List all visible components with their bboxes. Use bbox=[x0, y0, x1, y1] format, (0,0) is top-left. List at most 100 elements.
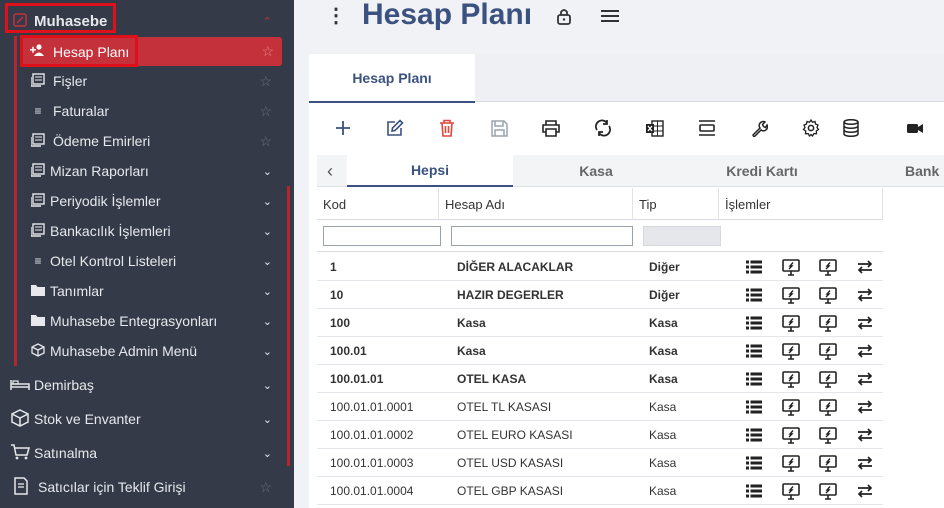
table-row[interactable]: 100.01.01.0003 OTEL USD KASASI Kasa bbox=[317, 449, 883, 477]
monitor-icon[interactable] bbox=[782, 398, 800, 416]
monitor-icon[interactable] bbox=[819, 426, 837, 444]
tab-bank[interactable]: Bank bbox=[845, 155, 944, 187]
hamburger-menu-icon[interactable] bbox=[601, 9, 619, 26]
edit-button[interactable] bbox=[383, 116, 407, 140]
transfer-arrows-icon[interactable] bbox=[856, 426, 874, 444]
table-row[interactable]: 100.01 Kasa Kasa bbox=[317, 337, 883, 365]
monitor-icon[interactable] bbox=[782, 342, 800, 360]
module-stok-ve-envanter[interactable]: Stok ve Envanter ⌄ bbox=[0, 406, 294, 432]
module-saticilar-teklif[interactable]: Satıcılar için Teklif Girişi ☆ bbox=[0, 474, 294, 500]
monitor-icon[interactable] bbox=[782, 454, 800, 472]
transfer-arrows-icon[interactable] bbox=[856, 286, 874, 304]
chevron-down-icon[interactable]: ⌄ bbox=[263, 195, 272, 208]
star-icon[interactable]: ☆ bbox=[259, 133, 272, 150]
monitor-icon[interactable] bbox=[819, 342, 837, 360]
detail-list-icon[interactable] bbox=[745, 454, 763, 472]
monitor-icon[interactable] bbox=[782, 482, 800, 500]
sidebar-item-bankacilik-islemleri[interactable]: Bankacılık İşlemleri ⌄ bbox=[0, 218, 294, 244]
monitor-icon[interactable] bbox=[782, 370, 800, 388]
add-button[interactable] bbox=[331, 116, 355, 140]
monitor-icon[interactable] bbox=[819, 482, 837, 500]
star-icon[interactable]: ☆ bbox=[259, 73, 272, 90]
excel-export-button[interactable] bbox=[643, 116, 667, 140]
sidebar-item-odeme-emirleri[interactable]: Ödeme Emirleri ☆ bbox=[0, 128, 294, 154]
chevron-down-icon[interactable]: ⌄ bbox=[263, 165, 272, 178]
settings-gear-button[interactable] bbox=[799, 116, 823, 140]
detail-list-icon[interactable] bbox=[745, 398, 763, 416]
transfer-arrows-icon[interactable] bbox=[856, 398, 874, 416]
monitor-icon[interactable] bbox=[819, 454, 837, 472]
sidebar-item-tanimlar[interactable]: Tanımlar ⌄ bbox=[0, 278, 294, 304]
table-row[interactable]: 1 DİĞER ALACAKLAR Diğer bbox=[317, 253, 883, 281]
monitor-icon[interactable] bbox=[782, 286, 800, 304]
more-vertical-icon[interactable]: ⋮ bbox=[326, 6, 346, 26]
refresh-button[interactable] bbox=[591, 116, 615, 140]
chevron-down-icon[interactable]: ⌄ bbox=[263, 447, 272, 460]
detail-list-icon[interactable] bbox=[745, 482, 763, 500]
table-row[interactable]: 100.01.01 OTEL KASA Kasa bbox=[317, 365, 883, 393]
tab-hepsi[interactable]: Hepsi bbox=[347, 155, 513, 187]
sidebar-item-periyodik-islemler[interactable]: Periyodik İşlemler ⌄ bbox=[0, 188, 294, 214]
monitor-icon[interactable] bbox=[819, 314, 837, 332]
table-row[interactable]: 10 HAZIR DEGERLER Diğer bbox=[317, 281, 883, 309]
detail-list-icon[interactable] bbox=[745, 426, 763, 444]
module-satinalma[interactable]: Satınalma ⌄ bbox=[0, 440, 294, 466]
filter-kod-input[interactable] bbox=[323, 226, 441, 246]
filter-tip-select[interactable] bbox=[643, 226, 721, 246]
filter-hesap-adi-input[interactable] bbox=[451, 226, 633, 246]
monitor-icon[interactable] bbox=[819, 286, 837, 304]
table-row[interactable]: 100 Kasa Kasa bbox=[317, 309, 883, 337]
tab-kasa[interactable]: Kasa bbox=[513, 155, 679, 187]
table-row[interactable]: 100.01.01.0001 OTEL TL KASASI Kasa bbox=[317, 393, 883, 421]
chevron-left-icon[interactable]: ‹ bbox=[327, 161, 333, 181]
transfer-arrows-icon[interactable] bbox=[856, 258, 874, 276]
save-button[interactable] bbox=[487, 116, 511, 140]
columns-button[interactable] bbox=[695, 116, 719, 140]
database-button[interactable] bbox=[839, 116, 863, 140]
sidebar-item-mizan-raporlari[interactable]: Mizan Raporları ⌄ bbox=[0, 158, 294, 184]
chevron-down-icon[interactable]: ⌄ bbox=[263, 225, 272, 238]
table-row[interactable]: 100.01.01.0004 OTEL GBP KASASI Kasa bbox=[317, 477, 883, 505]
sidebar-item-otel-kontrol-listeleri[interactable]: ≡ Otel Kontrol Listeleri ⌄ bbox=[0, 248, 294, 274]
column-header-kod[interactable]: Kod bbox=[317, 188, 439, 220]
detail-list-icon[interactable] bbox=[745, 314, 763, 332]
monitor-icon[interactable] bbox=[782, 426, 800, 444]
chevron-down-icon[interactable]: ⌄ bbox=[263, 345, 272, 358]
transfer-arrows-icon[interactable] bbox=[856, 454, 874, 472]
transfer-arrows-icon[interactable] bbox=[856, 342, 874, 360]
chevron-up-icon[interactable]: ⌃ bbox=[263, 15, 272, 28]
detail-list-icon[interactable] bbox=[745, 342, 763, 360]
transfer-arrows-icon[interactable] bbox=[856, 314, 874, 332]
chevron-down-icon[interactable]: ⌄ bbox=[263, 255, 272, 268]
star-icon[interactable]: ☆ bbox=[259, 479, 272, 496]
monitor-icon[interactable] bbox=[782, 258, 800, 276]
delete-button[interactable] bbox=[435, 116, 459, 140]
tab-hesap-plani[interactable]: Hesap Planı bbox=[309, 54, 475, 103]
monitor-icon[interactable] bbox=[819, 398, 837, 416]
detail-list-icon[interactable] bbox=[745, 286, 763, 304]
table-row[interactable]: 100.01.01.0002 OTEL EURO KASASI Kasa bbox=[317, 421, 883, 449]
column-header-hesap-adi[interactable]: Hesap Adı bbox=[439, 188, 633, 220]
transfer-arrows-icon[interactable] bbox=[856, 482, 874, 500]
tab-kredi-karti[interactable]: Kredi Kartı bbox=[679, 155, 845, 187]
column-header-tip[interactable]: Tip bbox=[633, 188, 719, 220]
sidebar-item-fisler[interactable]: Fişler ☆ bbox=[0, 68, 294, 94]
lock-icon[interactable] bbox=[556, 7, 572, 28]
chevron-down-icon[interactable]: ⌄ bbox=[263, 315, 272, 328]
monitor-icon[interactable] bbox=[819, 370, 837, 388]
sidebar-item-muhasebe-admin-menu[interactable]: Muhasebe Admin Menü ⌄ bbox=[0, 338, 294, 364]
wrench-button[interactable] bbox=[747, 116, 771, 140]
print-button[interactable] bbox=[539, 116, 563, 140]
monitor-icon[interactable] bbox=[819, 258, 837, 276]
detail-list-icon[interactable] bbox=[745, 258, 763, 276]
sidebar-item-faturalar[interactable]: ≡ Faturalar ☆ bbox=[0, 98, 294, 124]
chevron-down-icon[interactable]: ⌄ bbox=[263, 379, 272, 392]
chevron-down-icon[interactable]: ⌄ bbox=[263, 285, 272, 298]
monitor-icon[interactable] bbox=[782, 314, 800, 332]
sidebar-item-muhasebe-entegrasyonlari[interactable]: Muhasebe Entegrasyonları ⌄ bbox=[0, 308, 294, 334]
detail-list-icon[interactable] bbox=[745, 370, 763, 388]
chevron-down-icon[interactable]: ⌄ bbox=[263, 413, 272, 426]
module-demirbas[interactable]: Demirbaş ⌄ bbox=[0, 372, 294, 398]
transfer-arrows-icon[interactable] bbox=[856, 370, 874, 388]
star-icon[interactable]: ☆ bbox=[259, 103, 272, 120]
